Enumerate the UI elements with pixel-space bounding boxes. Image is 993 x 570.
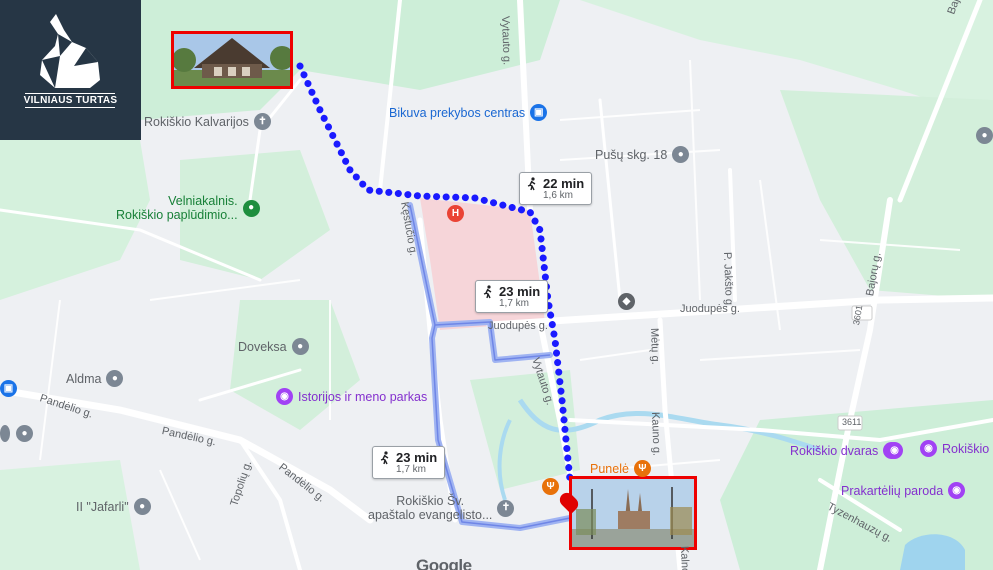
google-logo: Google	[416, 556, 472, 570]
poi-punele[interactable]: Punelė Ψ	[542, 460, 651, 477]
place-icon: ●	[106, 370, 124, 387]
brand-name: VILNIAUS TURTAS	[23, 95, 118, 106]
walking-icon	[483, 284, 492, 298]
poi-label: Pušų skg. 18	[595, 147, 668, 162]
poi-label: Rokiškio paplūdimio...	[116, 208, 238, 222]
poi-istorijos[interactable]: ◉ Istorijos ir meno parkas	[276, 388, 427, 405]
poi-doveksa[interactable]: Doveksa ●	[238, 338, 309, 355]
poi-kalvarijos[interactable]: Rokiškio Kalvarijos ✝	[144, 113, 271, 130]
route-time: 23 min	[499, 284, 541, 299]
map-view[interactable]: VILNIAUS TURTAS 22 min 1,6 km 23 min 1,7…	[0, 0, 993, 570]
cross-icon: ✝	[497, 499, 515, 517]
school-icon[interactable]: ◆	[618, 293, 635, 310]
poi-label: Rokiškio Kalvarijos	[144, 114, 249, 129]
destination-photo[interactable]	[569, 476, 697, 550]
shopping-icon[interactable]: ▣	[0, 380, 17, 397]
logo-rule	[25, 93, 115, 94]
poi-label: Punelė	[590, 461, 629, 476]
wolf-icon	[40, 14, 100, 88]
cross-icon: ✝	[253, 113, 271, 130]
place-icon: ●	[133, 498, 151, 515]
street-label: P. Jakšto g.	[721, 251, 735, 309]
church-photo-icon	[572, 479, 694, 547]
poi-label: Rokiškio Šv.	[396, 494, 465, 508]
poi-label: Bikuva prekybos centras	[389, 105, 526, 120]
poi-jafarli[interactable]: II "Jafarli" ●	[76, 498, 151, 515]
origin-photo[interactable]	[171, 31, 293, 89]
place-icon: ●	[672, 146, 690, 163]
route-time: 23 min	[396, 450, 438, 465]
street-label: Vytauto g.	[499, 15, 513, 66]
restaurant-icon: Ψ	[633, 460, 651, 477]
museum-icon: ◉	[276, 388, 293, 405]
museum-icon: ◉	[948, 482, 966, 499]
road-number: 3611	[842, 417, 862, 427]
park-area	[780, 90, 993, 300]
museum-icon[interactable]: ◉	[886, 442, 903, 459]
route-callout-alt[interactable]: 23 min 1,7 km	[475, 280, 549, 313]
poi-label: Prakartėlių paroda	[841, 483, 944, 498]
shopping-icon: ▣	[530, 104, 548, 121]
hospital-icon[interactable]: H	[447, 205, 464, 222]
poi-label: apaštalo evangelisto...	[368, 508, 493, 522]
brand-logo: VILNIAUS TURTAS	[0, 0, 141, 140]
route-distance: 1,7 km	[396, 464, 427, 475]
route-distance: 1,6 km	[543, 190, 574, 201]
restaurant-icon[interactable]: Ψ	[542, 478, 559, 495]
place-icon[interactable]: ●	[976, 127, 993, 144]
poi-label: II "Jafarli"	[76, 499, 129, 514]
place-icon[interactable]	[0, 425, 10, 442]
house-photo-icon	[174, 34, 290, 86]
route-distance: 1,7 km	[499, 298, 530, 309]
place-icon: ●	[291, 338, 309, 355]
route-callout-selected[interactable]: 22 min 1,6 km	[519, 172, 593, 205]
street-label: Juodupės g.	[488, 320, 548, 332]
poi-pusu[interactable]: Pušų skg. 18 ●	[595, 146, 690, 163]
place-icon[interactable]: ●	[16, 425, 33, 442]
museum-icon: ◉	[920, 440, 937, 457]
poi-aldma[interactable]: Aldma ●	[66, 370, 124, 387]
poi-label: Doveksa	[238, 339, 287, 354]
poi-label: Rokiškio	[942, 441, 990, 456]
street-label: Kalno g.	[678, 545, 692, 570]
route-callout-alt[interactable]: 23 min 1,7 km	[372, 446, 446, 479]
poi-dvaras[interactable]: Rokiškio dvaras ◉	[790, 442, 901, 459]
poi-label: Istorijos ir meno parkas	[298, 389, 428, 404]
poi-bikuva[interactable]: Bikuva prekybos centras ▣	[389, 104, 548, 121]
walking-icon	[527, 176, 536, 190]
route-time: 22 min	[543, 176, 585, 191]
park-icon: ●	[242, 199, 260, 217]
poi-label: Rokiškio dvaras	[790, 443, 879, 458]
logo-rule	[25, 107, 115, 108]
poi-evangelisto[interactable]: Rokiškio Šv. apaštalo evangelisto... ✝	[368, 494, 515, 522]
poi-label: Aldma	[66, 371, 102, 386]
walking-icon	[380, 450, 389, 464]
park-area	[0, 460, 140, 570]
street-label: Mėtų g.	[648, 327, 662, 365]
park-area	[230, 300, 360, 430]
poi-label: Velniakalnis.	[168, 194, 238, 208]
poi-rokiskio[interactable]: ◉ Rokiškio	[920, 440, 989, 457]
poi-prakarteliu[interactable]: Prakartėlių paroda ◉	[841, 482, 966, 499]
street-label: Kauno g.	[649, 411, 663, 457]
poi-velniakalnis[interactable]: Velniakalnis. Rokiškio paplūdimio... ●	[116, 194, 260, 222]
